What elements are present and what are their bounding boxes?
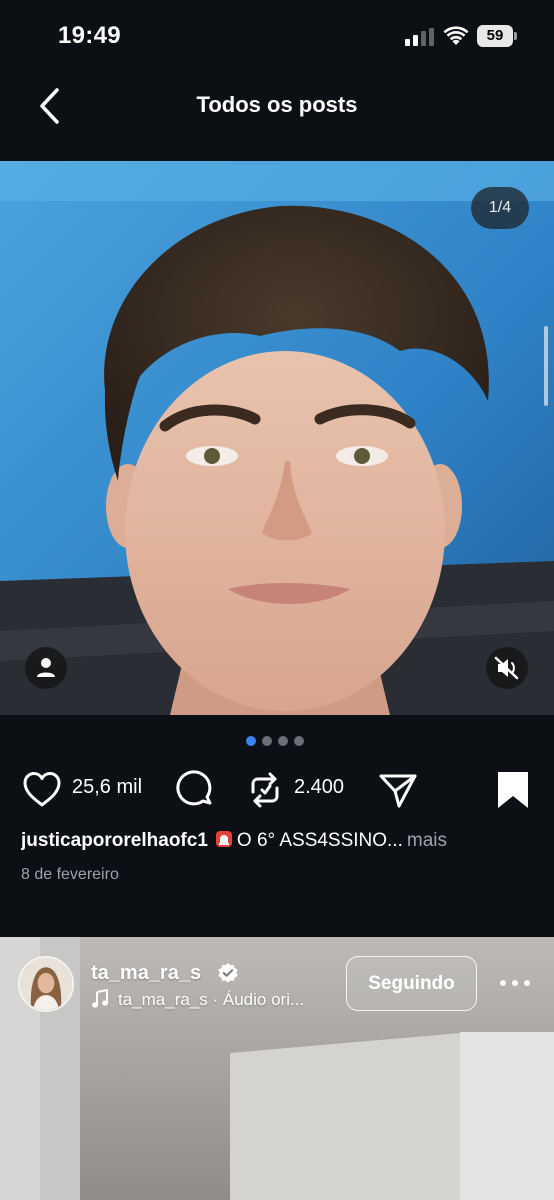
post-actions: 25,6 mil 2.400 — [0, 766, 554, 812]
post-date: 8 de fevereiro — [21, 866, 119, 883]
status-time: 19:49 — [58, 22, 121, 49]
status-bar: 19:49 59 — [0, 0, 554, 72]
caption-more-link[interactable]: mais — [407, 830, 447, 851]
battery-level: 59 — [477, 25, 513, 47]
caption-text: O 6° ASS4SSINO... — [236, 830, 403, 851]
repost-count[interactable]: 2.400 — [294, 776, 344, 799]
more-options-icon[interactable] — [498, 971, 532, 995]
person-icon — [37, 658, 55, 677]
post-media[interactable]: 1/4 — [0, 161, 554, 715]
avatar[interactable] — [18, 956, 74, 1012]
carousel-dot — [278, 736, 288, 746]
tagged-people-button[interactable] — [25, 647, 67, 689]
like-count[interactable]: 25,6 mil — [72, 776, 142, 799]
repost-icon[interactable] — [245, 770, 285, 810]
page-title: Todos os posts — [196, 92, 358, 117]
carousel-dot — [294, 736, 304, 746]
caption-username[interactable]: justicapororelhaofc1 — [21, 830, 208, 851]
heart-icon[interactable] — [22, 770, 62, 810]
bookmark-icon[interactable] — [494, 770, 534, 810]
media-counter: 1/4 — [471, 187, 529, 229]
mute-button[interactable] — [486, 647, 528, 689]
following-button[interactable]: Seguindo — [346, 956, 477, 1011]
post-caption[interactable]: justicapororelhaofc1 O 6° ASS4SSINO... ma… — [21, 829, 541, 852]
next-post-username[interactable]: ta_ma_ra_s — [91, 962, 201, 985]
send-icon[interactable] — [378, 770, 418, 810]
scroll-indicator[interactable] — [544, 326, 548, 406]
carousel-dot-active — [246, 736, 256, 746]
carousel-dot — [262, 736, 272, 746]
music-note-icon — [92, 989, 108, 1008]
avatar-image — [20, 958, 72, 1010]
comment-icon[interactable] — [176, 770, 216, 810]
post-photo — [0, 161, 554, 715]
wifi-icon — [443, 26, 469, 45]
speaker-muted-icon — [494, 656, 519, 680]
battery-icon: 59 — [477, 25, 517, 47]
audio-label[interactable]: ta_ma_ra_s · Áudio ori... — [118, 990, 304, 1010]
nav-bar: Todos os posts — [0, 72, 554, 160]
siren-icon — [215, 831, 232, 847]
verified-badge-icon — [218, 963, 238, 983]
cellular-signal-icon — [405, 28, 434, 46]
carousel-dots — [246, 736, 304, 746]
next-post: ta_ma_ra_s ta_ma_ra_s · Áudio ori... Seg… — [0, 937, 554, 1200]
